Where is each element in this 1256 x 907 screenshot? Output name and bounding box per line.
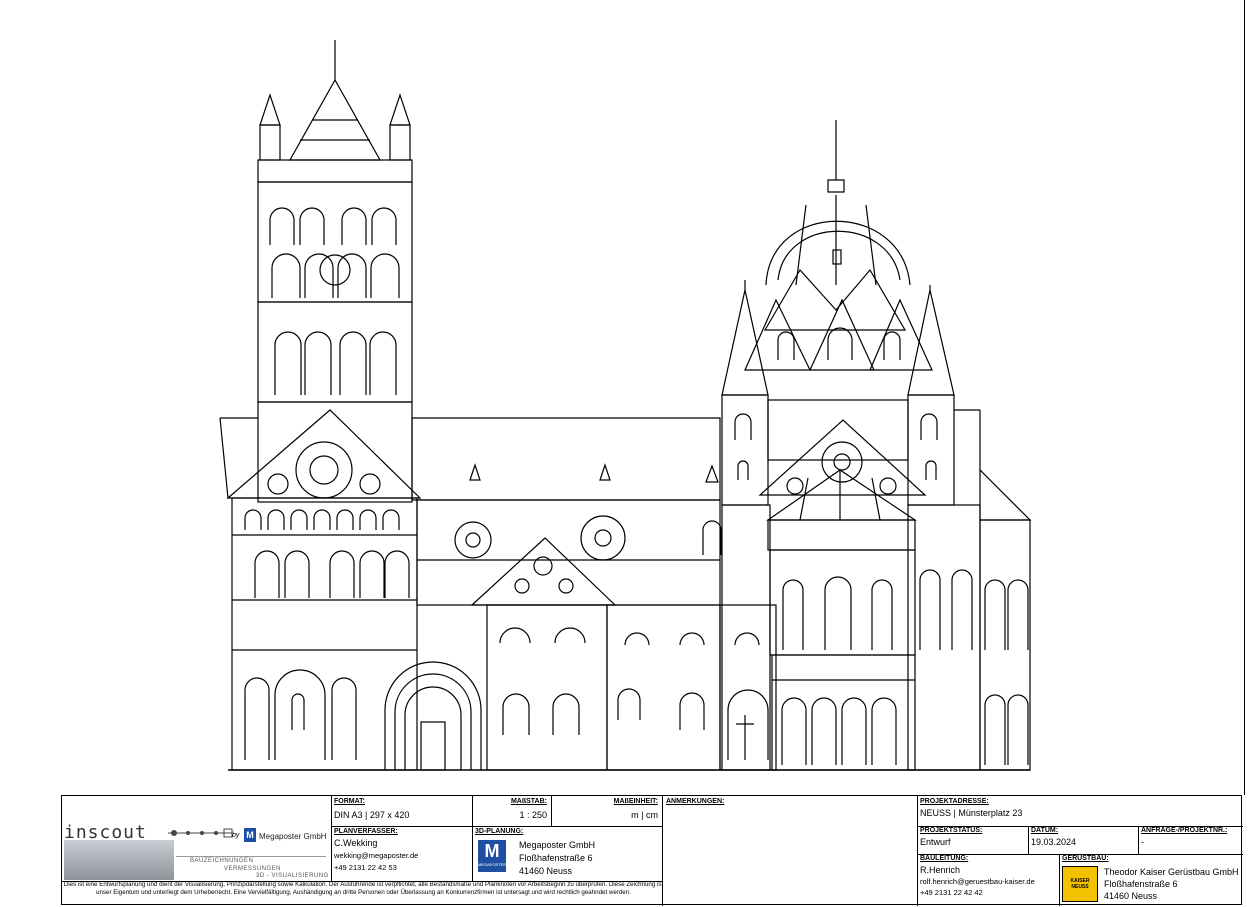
title-block: inscout by M Megaposter GmbH BAUZEICHNUN… bbox=[61, 795, 1243, 906]
west-facade bbox=[231, 497, 482, 771]
site-manager-email: rolf.henrich@geruestbau-kaiser.de bbox=[920, 877, 1035, 886]
units-label: MAßEINHEIT: bbox=[613, 798, 658, 805]
logo-line-1: BAUZEICHNUNGEN bbox=[190, 858, 254, 864]
project-status-cell: PROJEKTSTATUS: Entwurf bbox=[920, 827, 1026, 854]
planning-label: 3D-PLANUNG: bbox=[475, 828, 524, 835]
divider bbox=[176, 856, 326, 857]
format-value: DIN A3 | 297 x 420 bbox=[334, 810, 410, 820]
units-value: m | cm bbox=[631, 810, 658, 820]
logo-line-2: VERMESSUNGEN bbox=[224, 866, 282, 872]
planning-cell: 3D-PLANUNG: M MEGAPOSTER Megaposter GmbH… bbox=[475, 828, 660, 880]
request-label: ANFRAGE-/PROJEKTNR.: bbox=[1141, 827, 1228, 834]
scaffolding-city: 41460 Neuss bbox=[1104, 891, 1158, 901]
site-manager-phone: +49 2131 22 42 42 bbox=[920, 888, 983, 897]
disclaimer-text: Dies ist eine Entwurfsplanung und dient … bbox=[63, 881, 664, 896]
planning-company: Megaposter GmbH bbox=[519, 840, 596, 850]
kaiser-logo-icon: KAISER NEUSS bbox=[1062, 866, 1098, 902]
remarks-cell: ANMERKUNGEN: bbox=[666, 798, 914, 904]
remarks-label: ANMERKUNGEN: bbox=[666, 798, 725, 805]
megaposter-logo-icon: M MEGAPOSTER bbox=[478, 840, 506, 872]
measuring-tape-icon bbox=[166, 826, 236, 838]
logo-by: by bbox=[232, 832, 240, 839]
drafter-phone: +49 2131 22 42 53 bbox=[334, 863, 397, 872]
logo-line-3: 3D - VISUALISIERUNG bbox=[256, 873, 329, 879]
planning-city: 41460 Neuss bbox=[519, 866, 573, 876]
project-address-label: PROJEKTADRESSE: bbox=[920, 798, 989, 805]
format-cell: FORMAT: DIN A3 | 297 x 420 bbox=[334, 798, 470, 826]
format-label: FORMAT: bbox=[334, 798, 365, 805]
scaffolding-street: Floßhafenstraße 6 bbox=[1104, 879, 1178, 889]
crossing-dome bbox=[721, 120, 955, 506]
project-status-value: Entwurf bbox=[920, 837, 951, 847]
scale-label: MAßSTAB: bbox=[510, 798, 547, 805]
request-cell: ANFRAGE-/PROJEKTNR.: - bbox=[1141, 827, 1241, 854]
date-label: DATUM: bbox=[1031, 827, 1059, 834]
units-cell: MAßEINHEIT: m | cm bbox=[553, 798, 660, 826]
scale-cell: MAßSTAB: 1 : 250 bbox=[474, 798, 549, 826]
site-manager-name: R.Henrich bbox=[920, 865, 961, 875]
scale-value: 1 : 250 bbox=[519, 810, 547, 820]
drafter-label: PLANVERFASSER: bbox=[334, 828, 398, 835]
megaposter-small-icon: M bbox=[244, 828, 256, 842]
logo-partner: Megaposter GmbH bbox=[259, 832, 327, 841]
cathedral-elevation-drawing bbox=[219, 40, 1032, 771]
scaffolding-cell: GERÜSTBAU: KAISER NEUSS Theodor Kaiser G… bbox=[1062, 855, 1242, 905]
project-address-cell: PROJEKTADRESSE: NEUSS | Münsterplatz 23 bbox=[920, 798, 1240, 826]
date-value: 19.03.2024 bbox=[1031, 837, 1077, 847]
site-manager-label: BAULEITUNG: bbox=[920, 855, 969, 862]
planning-street: Floßhafenstraße 6 bbox=[519, 853, 593, 863]
request-value: - bbox=[1141, 837, 1144, 847]
building-photo-icon bbox=[64, 840, 174, 880]
company-logo: inscout by M Megaposter GmbH BAUZEICHNUN… bbox=[64, 798, 330, 880]
drawing-sheet: inscout by M Megaposter GmbH BAUZEICHNUN… bbox=[0, 0, 1256, 907]
scaffolding-company: Theodor Kaiser Gerüstbau GmbH bbox=[1104, 867, 1239, 877]
west-tower bbox=[226, 40, 422, 503]
date-cell: DATUM: 19.03.2024 bbox=[1031, 827, 1136, 854]
drafter-name: C.Wekking bbox=[334, 838, 378, 848]
drafter-cell: PLANVERFASSER: C.Wekking wekking@megapos… bbox=[334, 828, 470, 880]
site-manager-cell: BAULEITUNG: R.Henrich rolf.henrich@gerue… bbox=[920, 855, 1058, 905]
kaiser-logo-text: KAISER NEUSS bbox=[1070, 878, 1090, 890]
project-address-value: NEUSS | Münsterplatz 23 bbox=[920, 808, 1023, 818]
scaffolding-label: GERÜSTBAU: bbox=[1062, 855, 1109, 862]
project-status-label: PROJEKTSTATUS: bbox=[920, 827, 983, 834]
drafter-email: wekking@megaposter.de bbox=[334, 851, 419, 860]
